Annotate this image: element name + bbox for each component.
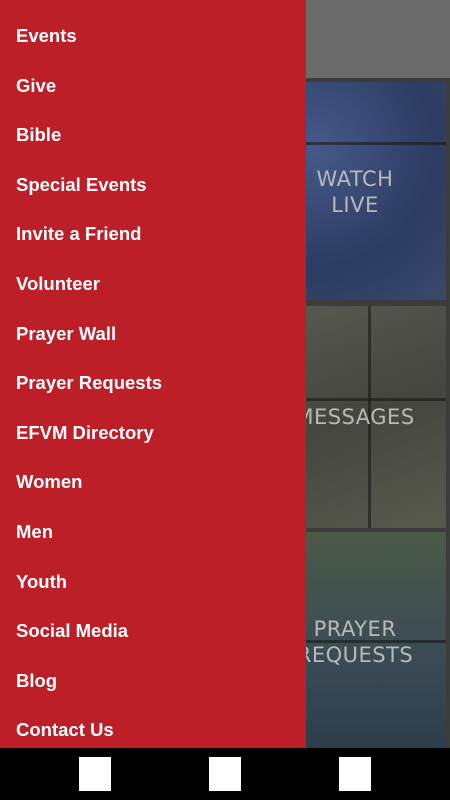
menu-item-events[interactable]: Events (0, 11, 306, 61)
menu-item-women[interactable]: Women (0, 457, 306, 507)
menu-item-invite-a-friend[interactable]: Invite a Friend (0, 209, 306, 259)
navigation-drawer: Events Give Bible Special Events Invite … (0, 0, 306, 748)
menu-item-volunteer[interactable]: Volunteer (0, 259, 306, 309)
menu-item-prayer-requests[interactable]: Prayer Requests (0, 358, 306, 408)
home-icon[interactable] (209, 757, 241, 791)
menu-item-men[interactable]: Men (0, 507, 306, 557)
menu-item-youth[interactable]: Youth (0, 557, 306, 607)
system-navigation-bar (0, 748, 450, 800)
menu-item-efvm-directory[interactable]: EFVM Directory (0, 408, 306, 458)
menu-item-special-events[interactable]: Special Events (0, 160, 306, 210)
menu-item-prayer-wall[interactable]: Prayer Wall (0, 309, 306, 359)
menu-item-contact-us[interactable]: Contact Us (0, 705, 306, 748)
recent-apps-icon[interactable] (339, 757, 371, 791)
menu-item-give[interactable]: Give (0, 61, 306, 111)
menu-item-social-media[interactable]: Social Media (0, 606, 306, 656)
menu-item-blog[interactable]: Blog (0, 656, 306, 706)
back-icon[interactable] (79, 757, 111, 791)
drawer-menu: Events Give Bible Special Events Invite … (0, 0, 306, 748)
menu-item-bible[interactable]: Bible (0, 110, 306, 160)
